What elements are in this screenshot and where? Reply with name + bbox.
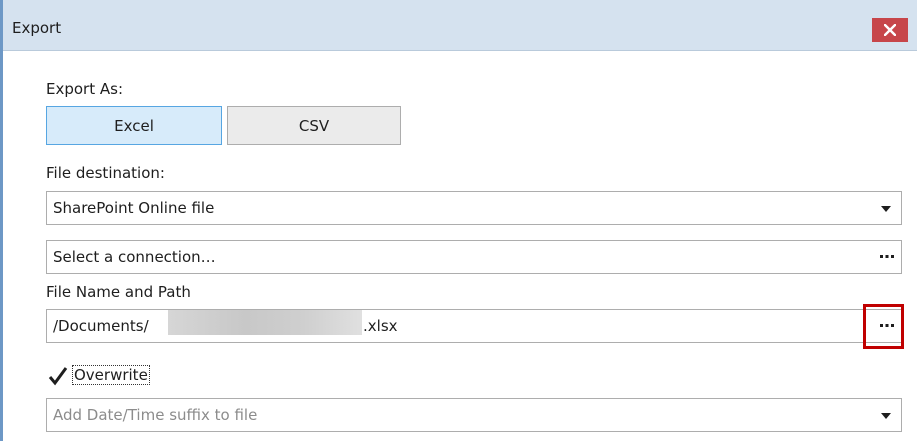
- browse-highlight-box: [863, 304, 904, 349]
- redacted-filename: [168, 310, 362, 335]
- date-suffix-placeholder: Add Date/Time suffix to file: [53, 406, 258, 424]
- file-path-suffix: .xlsx: [363, 317, 398, 335]
- file-destination-label: File destination:: [46, 164, 165, 182]
- excel-button[interactable]: Excel: [46, 106, 222, 145]
- window-title: Export: [12, 19, 62, 37]
- chevron-down-icon[interactable]: [881, 206, 891, 212]
- chevron-down-icon[interactable]: [881, 413, 891, 419]
- ellipsis-icon: [880, 255, 894, 258]
- connection-field[interactable]: Select a connection…: [46, 240, 902, 274]
- window-border: [0, 0, 3, 441]
- csv-button[interactable]: CSV: [227, 106, 401, 145]
- checkmark-icon: [48, 367, 68, 386]
- title-bar: Export: [3, 0, 917, 51]
- export-as-label: Export As:: [46, 80, 123, 98]
- file-path-prefix: /Documents/: [53, 317, 149, 335]
- file-name-label: File Name and Path: [46, 283, 191, 301]
- close-icon: [884, 24, 896, 36]
- date-suffix-dropdown[interactable]: Add Date/Time suffix to file: [46, 398, 902, 432]
- file-destination-value: SharePoint Online file: [53, 199, 215, 217]
- connection-browse-button[interactable]: [877, 249, 897, 265]
- overwrite-checkbox[interactable]: Overwrite: [46, 364, 174, 390]
- file-destination-dropdown[interactable]: SharePoint Online file: [46, 191, 902, 225]
- connection-placeholder: Select a connection…: [53, 248, 216, 266]
- close-button[interactable]: [872, 18, 908, 42]
- overwrite-label: Overwrite: [72, 365, 150, 385]
